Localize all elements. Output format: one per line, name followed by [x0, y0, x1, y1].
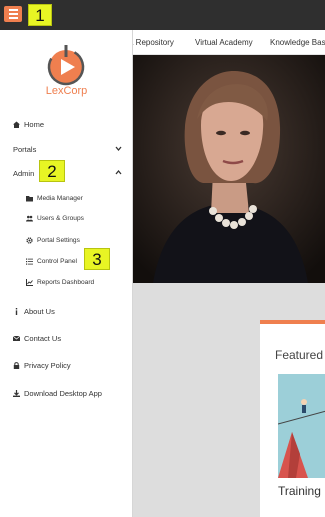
sidebar-item-label: Admin	[13, 168, 35, 178]
home-icon	[13, 121, 20, 128]
sidebar-item-label: Portals	[13, 144, 37, 154]
sidebar-item-label: Control Panel	[37, 257, 77, 265]
sidebar-item-portal-settings[interactable]: Portal Settings	[26, 234, 122, 246]
hero-video[interactable]	[133, 55, 325, 283]
nav-link-repository[interactable]: a Repository	[129, 38, 174, 47]
featured-caption: Training	[278, 484, 321, 498]
users-icon	[26, 215, 33, 222]
sidebar-item-label: Home	[24, 119, 45, 129]
nav-link-knowledge-base[interactable]: Knowledge Base	[270, 38, 325, 47]
lock-icon	[13, 361, 20, 369]
sidebar-item-about-us[interactable]: About Us	[13, 305, 122, 317]
top-nav: a Repository Virtual Academy Knowledge B…	[129, 30, 325, 55]
sidebar-item-label: Reports Dashboard	[37, 278, 95, 286]
annotation-badge-2: 2	[39, 160, 65, 182]
lexcorp-logo-icon	[47, 45, 85, 86]
sidebar-item-label: Privacy Policy	[24, 360, 71, 370]
annotation-badge-1: 1	[28, 4, 52, 26]
sidebar-item-label: About Us	[24, 306, 55, 316]
hamburger-menu-icon[interactable]	[4, 6, 22, 22]
sidebar-item-portals[interactable]: Portals	[13, 143, 122, 155]
featured-title: Featured	[275, 348, 324, 362]
nav-link-virtual-academy[interactable]: Virtual Academy	[195, 38, 253, 47]
presenter-image	[133, 55, 325, 283]
sidebar-item-label: Download Desktop App	[24, 388, 102, 398]
gear-icon	[26, 236, 33, 244]
sidebar-item-label: Users & Groups	[37, 214, 84, 222]
sidebar-item-label: Portal Settings	[37, 236, 80, 244]
envelope-icon	[13, 335, 20, 342]
chevron-up-icon	[115, 169, 122, 175]
sidebar: LexCorp Home Portals Admin Media Manager…	[0, 30, 133, 517]
chevron-down-icon	[115, 146, 122, 152]
folder-icon	[26, 195, 33, 202]
sidebar-item-download-desktop-app[interactable]: Download Desktop App	[13, 387, 122, 399]
annotation-badge-3: 3	[84, 248, 110, 270]
download-icon	[13, 389, 20, 397]
sidebar-item-media-manager[interactable]: Media Manager	[26, 192, 122, 204]
sidebar-item-privacy-policy[interactable]: Privacy Policy	[13, 359, 122, 371]
list-icon	[26, 258, 33, 265]
info-icon	[13, 307, 20, 315]
sidebar-item-reports-dashboard[interactable]: Reports Dashboard	[26, 276, 122, 288]
sidebar-item-admin[interactable]: Admin	[13, 167, 122, 179]
sidebar-item-home[interactable]: Home	[13, 118, 122, 130]
training-illustration	[278, 374, 325, 478]
chart-icon	[26, 278, 33, 286]
sidebar-item-label: Media Manager	[37, 194, 83, 202]
brand-name: LexCorp	[45, 85, 88, 97]
featured-card[interactable]: Featured Training	[260, 320, 325, 517]
sidebar-item-label: Contact Us	[24, 333, 62, 343]
sidebar-item-users-groups[interactable]: Users & Groups	[26, 212, 122, 224]
sidebar-item-contact-us[interactable]: Contact Us	[13, 332, 122, 344]
